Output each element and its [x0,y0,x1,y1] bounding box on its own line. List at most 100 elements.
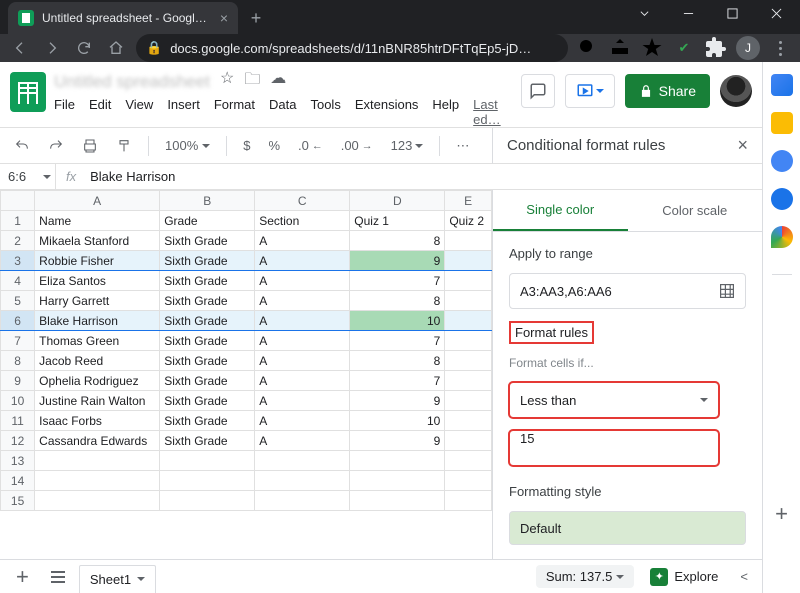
explore-button[interactable]: Explore [642,568,726,586]
share-button[interactable]: Share [625,74,710,108]
account-avatar-icon[interactable] [720,75,752,107]
col-header[interactable]: B [160,191,255,211]
cell[interactable]: Grade [160,211,255,231]
cell[interactable] [445,311,492,331]
add-panel-icon[interactable]: + [775,501,788,527]
row-header[interactable]: 10 [1,391,35,411]
cell[interactable]: Jacob Reed [35,351,160,371]
cf-range-input[interactable]: A3:AA3,A6:AA6 [509,273,746,309]
percent-icon[interactable]: % [262,134,286,157]
row-header[interactable]: 4 [1,271,35,291]
cell[interactable]: A [255,411,350,431]
cell[interactable]: Quiz 2 [445,211,492,231]
shield-check-icon[interactable]: ✔ [672,36,696,60]
spreadsheet-grid[interactable]: ABCDE1NameGradeSectionQuiz 1Quiz 22Mikae… [0,190,492,559]
cell[interactable]: Robbie Fisher [35,251,160,271]
cell[interactable]: Sixth Grade [160,311,255,331]
currency-icon[interactable]: $ [237,134,256,157]
cell[interactable]: 8 [350,291,445,311]
cell[interactable]: Sixth Grade [160,251,255,271]
share-url-icon[interactable] [608,36,632,60]
reload-icon[interactable] [72,36,96,60]
cell[interactable]: Sixth Grade [160,271,255,291]
zoom-select[interactable]: 100% [159,134,216,157]
cell[interactable] [35,491,160,511]
cf-style-preview[interactable]: Default [509,511,746,545]
cell[interactable]: 9 [350,391,445,411]
forward-icon[interactable] [40,36,64,60]
cell[interactable]: Eliza Santos [35,271,160,291]
cf-tab-color-scale[interactable]: Color scale [628,190,763,231]
sheet-tab[interactable]: Sheet1 [79,565,156,593]
close-window-icon[interactable] [756,0,796,26]
range-picker-icon[interactable] [719,283,735,299]
cell[interactable]: A [255,271,350,291]
name-box[interactable]: 6:6 [0,164,56,189]
row-header[interactable]: 9 [1,371,35,391]
cell[interactable]: Sixth Grade [160,231,255,251]
redo-icon[interactable] [42,134,70,158]
cell[interactable]: 9 [350,251,445,271]
cell[interactable]: Isaac Forbs [35,411,160,431]
cell[interactable]: Cassandra Edwards [35,431,160,451]
cell[interactable] [445,331,492,351]
close-tab-icon[interactable]: × [220,10,228,26]
cf-tab-single-color[interactable]: Single color [493,190,628,231]
tasks-icon[interactable] [771,150,793,172]
cell[interactable] [35,471,160,491]
decrease-decimal-icon[interactable]: .0← [292,134,329,157]
browser-tab[interactable]: Untitled spreadsheet - Google Sh × [8,2,238,34]
cell[interactable]: A [255,431,350,451]
cell[interactable] [160,451,255,471]
menu-format[interactable]: Format [214,97,255,127]
cell[interactable]: A [255,251,350,271]
row-header[interactable]: 13 [1,451,35,471]
cell[interactable] [445,431,492,451]
formula-input[interactable]: Blake Harrison [86,169,762,184]
extensions-icon[interactable] [704,36,728,60]
cell[interactable]: Ophelia Rodriguez [35,371,160,391]
all-sheets-icon[interactable] [45,571,71,583]
cell[interactable]: 10 [350,411,445,431]
row-header[interactable]: 14 [1,471,35,491]
menu-icon[interactable] [768,36,792,60]
cell[interactable]: Sixth Grade [160,331,255,351]
cell[interactable] [350,471,445,491]
cell[interactable]: Thomas Green [35,331,160,351]
row-header[interactable]: 3 [1,251,35,271]
menu-tools[interactable]: Tools [310,97,340,127]
cell[interactable] [255,471,350,491]
col-header[interactable]: A [35,191,160,211]
cell[interactable]: A [255,371,350,391]
cell[interactable] [445,471,492,491]
row-header[interactable]: 1 [1,211,35,231]
sum-indicator[interactable]: Sum: 137.5 [536,565,635,588]
cell[interactable]: Blake Harrison [35,311,160,331]
url-field[interactable]: 🔒 docs.google.com/spreadsheets/d/11nBNR8… [136,34,568,62]
sidebar-collapse-icon[interactable]: < [734,569,754,584]
cell[interactable]: Sixth Grade [160,431,255,451]
row-header[interactable]: 5 [1,291,35,311]
cell[interactable]: Sixth Grade [160,391,255,411]
cell[interactable]: Section [255,211,350,231]
cell[interactable] [350,451,445,471]
cloud-icon[interactable]: ☁ [270,68,286,95]
cell[interactable] [255,451,350,471]
cell[interactable] [445,451,492,471]
cell[interactable]: Sixth Grade [160,371,255,391]
cell[interactable] [445,391,492,411]
undo-icon[interactable] [8,134,36,158]
move-icon[interactable]: 🗀 [244,68,260,95]
increase-decimal-icon[interactable]: .00→ [335,134,379,157]
menu-view[interactable]: View [125,97,153,127]
chevron-down-icon[interactable] [624,0,664,26]
menu-extensions[interactable]: Extensions [355,97,419,127]
cell[interactable]: Sixth Grade [160,411,255,431]
cf-condition-select[interactable]: Less than [509,382,719,418]
cell[interactable] [445,371,492,391]
number-format-select[interactable]: 123 [385,134,430,157]
last-edit-link[interactable]: Last ed… [473,97,512,127]
select-all-cell[interactable] [1,191,35,211]
cell[interactable]: 8 [350,231,445,251]
cell[interactable]: A [255,311,350,331]
